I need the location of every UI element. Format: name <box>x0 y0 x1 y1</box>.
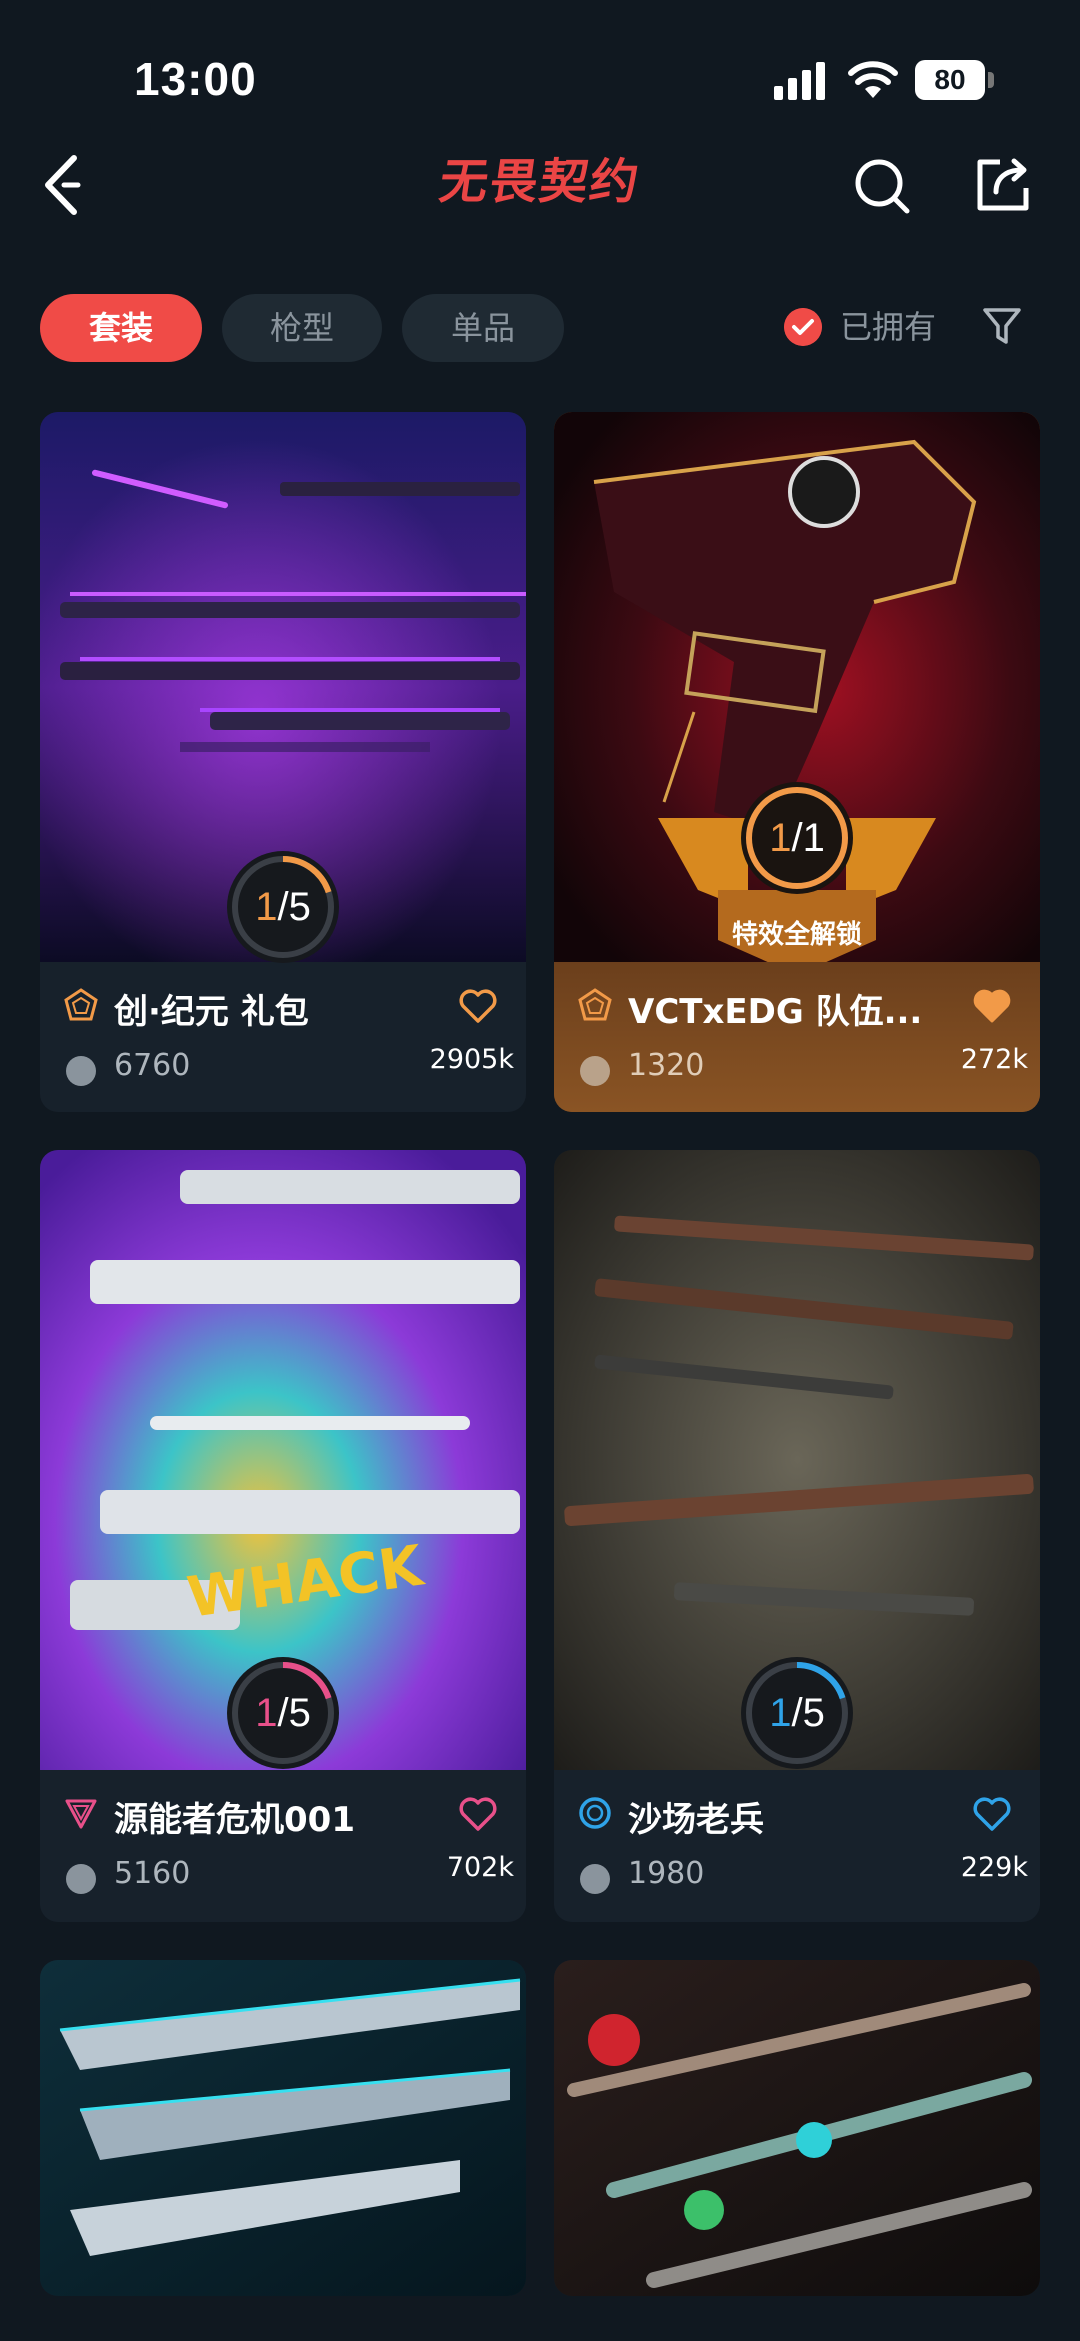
filter-icon[interactable] <box>982 306 1022 346</box>
progress-text: 1/1 <box>769 816 825 860</box>
unlock-badge-label: 特效全解锁 <box>731 920 862 950</box>
bundle-name: 创·纪元 礼包 <box>114 992 309 1032</box>
card-info: 源能者危机001 5160 702k <box>40 1770 526 1920</box>
battery-tip <box>988 72 994 88</box>
battery-indicator: 80 <box>915 60 985 100</box>
like-count: 2905k <box>429 1044 514 1075</box>
bundle-card[interactable]: 1/5 沙场老兵 1980 229k <box>554 1150 1040 1922</box>
like-count: 272k <box>960 1044 1028 1075</box>
heart-icon[interactable] <box>972 1796 1012 1832</box>
vp-currency-icon <box>66 1056 96 1086</box>
status-bar: 13:00 80 <box>0 0 1080 140</box>
bundle-card[interactable]: WHACK 1/5 源能者危机001 5160 702k <box>40 1150 526 1922</box>
heart-filled-icon[interactable] <box>972 988 1012 1024</box>
card-info: 沙场老兵 1980 229k <box>554 1770 1040 1920</box>
card-info: VCTxEDG 队伍... 1320 272k <box>554 962 1040 1112</box>
like-count: 229k <box>960 1852 1028 1883</box>
bundle-card[interactable]: 1/5 创·纪元 礼包 6760 2905k <box>40 412 526 1112</box>
tab-single-item[interactable]: 单品 <box>402 294 564 362</box>
card-info: 创·纪元 礼包 6760 2905k <box>40 962 526 1112</box>
collection-progress-ring: 1/5 <box>224 1654 342 1772</box>
vp-currency-icon <box>66 1864 96 1894</box>
tier-icon <box>64 988 98 1021</box>
bundle-card[interactable] <box>40 1960 526 2296</box>
bundle-card[interactable]: 1/1 特效全解锁 VCTxEDG 队伍... 1320 272k <box>554 412 1040 1112</box>
bundle-price: 1320 <box>628 1048 705 1083</box>
like-count: 702k <box>446 1852 514 1883</box>
tab-suits[interactable]: 套装 <box>40 294 202 362</box>
wifi-icon <box>848 61 898 98</box>
tier-icon <box>579 1797 611 1829</box>
progress-text: 1/5 <box>255 1691 311 1735</box>
tab-gun-type[interactable]: 枪型 <box>222 294 382 362</box>
status-time: 13:00 <box>134 53 257 105</box>
bundle-name: 沙场老兵 <box>628 1800 764 1840</box>
app-title: 无畏契约 <box>436 154 644 210</box>
bundle-name: 源能者危机001 <box>114 1800 355 1840</box>
tier-icon <box>65 1799 97 1829</box>
owned-label[interactable]: 已拥有 <box>840 302 936 352</box>
bundle-price: 1980 <box>628 1856 705 1891</box>
heart-icon[interactable] <box>458 1796 498 1832</box>
progress-text: 1/5 <box>255 885 311 929</box>
heart-icon[interactable] <box>458 988 498 1024</box>
back-button[interactable] <box>38 150 88 220</box>
collection-progress-ring: 1/5 <box>738 1654 856 1772</box>
vp-currency-icon <box>580 1056 610 1086</box>
bundle-price: 6760 <box>114 1048 191 1083</box>
owned-checkbox[interactable] <box>784 308 822 346</box>
bundle-card[interactable] <box>554 1960 1040 2296</box>
search-icon[interactable] <box>852 156 912 216</box>
bundle-image <box>40 1960 526 2296</box>
bundle-name: VCTxEDG 队伍... <box>628 992 923 1032</box>
collection-progress-ring: 1/5 <box>224 848 342 966</box>
vp-currency-icon <box>580 1864 610 1894</box>
bundle-image <box>554 1960 1040 2296</box>
bundle-price: 5160 <box>114 1856 191 1891</box>
collection-progress-ring: 1/1 <box>738 779 856 897</box>
progress-text: 1/5 <box>769 1691 825 1735</box>
share-icon[interactable] <box>974 156 1032 214</box>
cellular-signal-icon <box>774 62 825 100</box>
tier-icon <box>578 988 612 1021</box>
